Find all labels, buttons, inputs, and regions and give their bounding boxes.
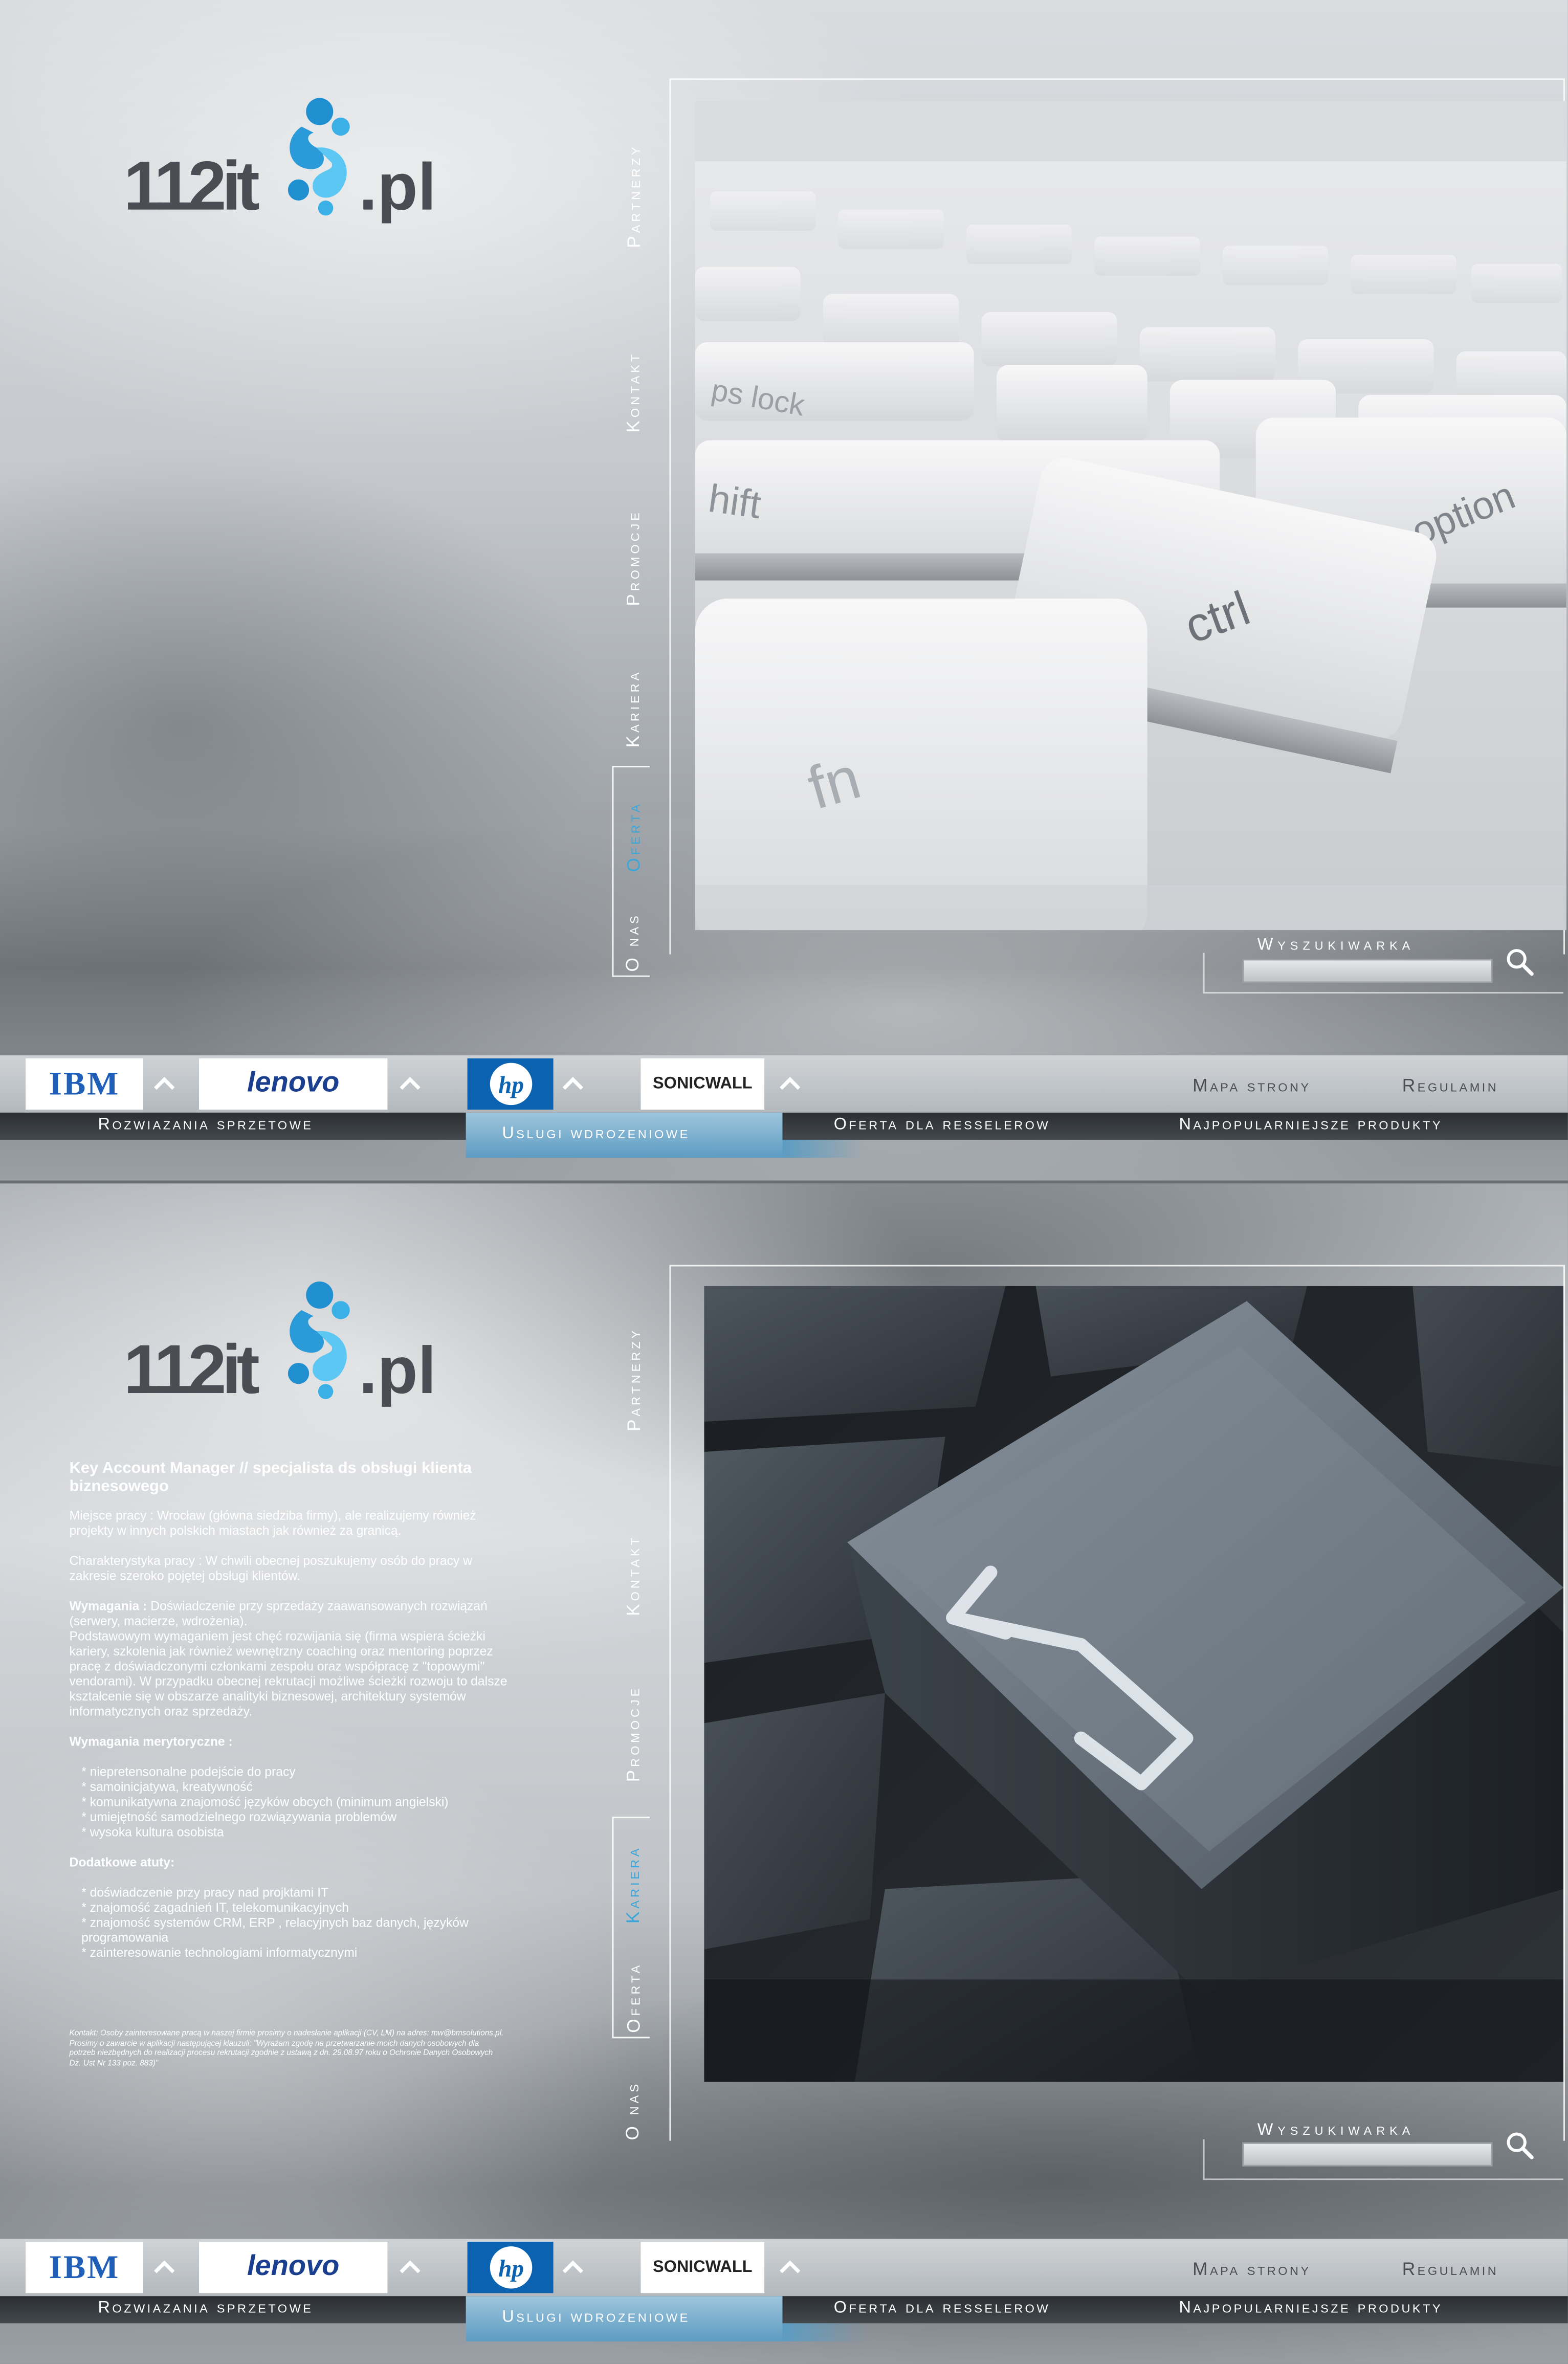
chevron-up-icon[interactable] [151,2254,178,2281]
job-requirements: Wymagania : Doświadczenie przy sprzedaży… [69,1598,488,1628]
list-item: * znajomość systemów CRM, ERP , relacyjn… [81,1914,469,1945]
job-characteristics: Charakterystyka pracy : W chwili obecnej… [69,1553,472,1583]
bottom-nav-resellers[interactable]: Oferta dla resselerow [834,2299,1050,2317]
hero-image-keyboard: ps lock hift option ctrl fn [695,101,1566,931]
job-contact-footnote: Kontakt: Osoby zainteresowane pracą w na… [69,2029,504,2068]
nav-kontakt[interactable]: Kontakt [612,1500,654,1651]
logo-blob-icon [288,98,350,216]
partner-logo-hp[interactable]: hp [467,2242,554,2293]
vertical-nav: O nas Oferta Kariera Promocje Kontakt Pa… [612,105,654,977]
list-item: * znajomość zagadnień IT, telekomunikacy… [81,1899,349,1915]
hp-badge-icon: hp [489,2246,532,2289]
nav-promocje[interactable]: Promocje [612,482,654,633]
bottom-nav-hardware[interactable]: Rozwiazania sprzetowe [98,1116,314,1134]
list-item: * zainteresowanie technologiami informat… [81,1945,358,1960]
partner-logo-hp[interactable]: hp [467,1058,554,1110]
bottom-nav-services[interactable]: Uslugi wdrozeniowe [502,2308,690,2326]
logo-text-pl: .pl [359,150,436,225]
nav-oferta[interactable]: Oferta [612,777,654,897]
sitemap-link[interactable]: Mapa strony [1192,1075,1311,1096]
bottom-nav-resellers[interactable]: Oferta dla resselerow [834,1116,1050,1134]
nav-kontakt[interactable]: Kontakt [612,317,654,468]
bottom-nav-services[interactable]: Uslugi wdrozeniowe [502,1124,690,1142]
list-item: * niepretensonalne podejście do pracy [81,1763,296,1779]
search-input[interactable] [1242,2142,1493,2167]
list-item: * doświadczenie przy pracy nad projktami… [81,1884,329,1900]
partner-logo-sonicwall[interactable]: SONICWALL [641,2242,765,2293]
vertical-nav: O nas Oferta Kariera Promocje Kontakt Pa… [612,1289,654,2140]
svg-text:hp: hp [498,2256,523,2282]
panel-career: 112it .pl O nas Oferta Kariera Promocje … [0,1183,1568,2364]
nav-partnerzy[interactable]: Partnerzy [612,1289,654,1470]
keyboard-illustration: ps lock hift option ctrl fn [695,101,1566,931]
job-offer-article: Key Account Manager // specjalista ds ob… [70,1460,522,2084]
chevron-up-icon[interactable] [559,1070,586,1097]
dark-keyboard-illustration [704,1286,1564,2082]
svg-text:hift: hift [706,477,764,527]
nav-oferta[interactable]: Oferta [612,1937,654,2058]
chevron-up-icon[interactable] [396,1070,424,1097]
nav-kariera[interactable]: Kariera [612,1824,654,1945]
hero-image-enter-key [704,1286,1564,2082]
chevron-up-icon[interactable] [396,2254,424,2281]
chevron-up-icon[interactable] [777,1070,804,1097]
partner-logo-ibm[interactable]: IBM [26,2242,143,2293]
job-location: Miejsce pracy : Wrocław (główna siedziba… [69,1508,476,1538]
list-item: * samoinicjatywa, kreatywność [81,1779,253,1794]
search-icon[interactable] [1505,2130,1535,2160]
panel-offer: 112it .pl ps lock hift option ctrl fn O … [0,0,1568,1181]
list-item: * wysoka kultura osobista [81,1824,224,1840]
search-label: Wyszukiwarka [1257,936,1415,955]
partner-logo-lenovo[interactable]: lenovo [199,2242,388,2293]
bottom-nav-popular[interactable]: Najpopularniejsze produkty [1179,2299,1443,2317]
chevron-up-icon[interactable] [151,1070,178,1097]
chevron-up-icon[interactable] [559,2254,586,2281]
job-substantive-label: Wymagania merytoryczne : [69,1734,233,1749]
partner-bar: IBM lenovo hp SONICWALL Mapa strony Regu… [0,1055,1568,1113]
job-extras-label: Dodatkowe atuty: [69,1854,175,1870]
partner-bar: IBM lenovo hp SONICWALL Mapa strony Regu… [0,2239,1568,2296]
rules-link[interactable]: Regulamin [1402,2259,1498,2280]
partner-logo-sonicwall[interactable]: SONICWALL [641,1058,765,1110]
hp-badge-icon: hp [489,1063,532,1106]
job-extras-list: * doświadczenie przy pracy nad projktami… [70,1885,522,1960]
chevron-up-icon[interactable] [777,2254,804,2281]
nav-partnerzy[interactable]: Partnerzy [612,105,654,286]
sitemap-link[interactable]: Mapa strony [1192,2259,1311,2280]
job-substantive-list: * niepretensonalne podejście do pracy * … [70,1764,522,1839]
nav-o-nas[interactable]: O nas [612,897,654,987]
job-title: Key Account Manager // specjalista ds ob… [69,1459,472,1496]
logo-text-pl: .pl [359,1334,436,1408]
bottom-nav-popular[interactable]: Najpopularniejsze produkty [1179,1116,1443,1134]
nav-promocje[interactable]: Promocje [612,1659,654,1809]
logo-text-112it: 112it [123,1330,260,1408]
bottom-nav-hardware[interactable]: Rozwiazania sprzetowe [98,2299,314,2317]
search-icon[interactable] [1505,947,1535,977]
search-label: Wyszukiwarka [1257,2121,1415,2139]
svg-text:hp: hp [498,1072,523,1099]
nav-kariera[interactable]: Kariera [612,648,654,769]
partner-logo-lenovo[interactable]: lenovo [199,1058,388,1110]
logo-text-112it: 112it [123,146,260,225]
site-logo[interactable]: 112it .pl [124,94,471,245]
job-requirements-more: Podstawowym wymaganiem jest chęć rozwija… [69,1628,507,1719]
list-item: * komunikatywna znajomość języków obcych… [81,1794,449,1809]
site-logo[interactable]: 112it .pl [124,1277,471,1428]
logo-blob-icon [288,1281,350,1399]
list-item: * umiejętność samodzielnego rozwiązywani… [81,1809,397,1824]
nav-o-nas[interactable]: O nas [612,2065,654,2156]
partner-logo-ibm[interactable]: IBM [26,1058,143,1110]
rules-link[interactable]: Regulamin [1402,1075,1498,1096]
search-input[interactable] [1242,959,1493,983]
